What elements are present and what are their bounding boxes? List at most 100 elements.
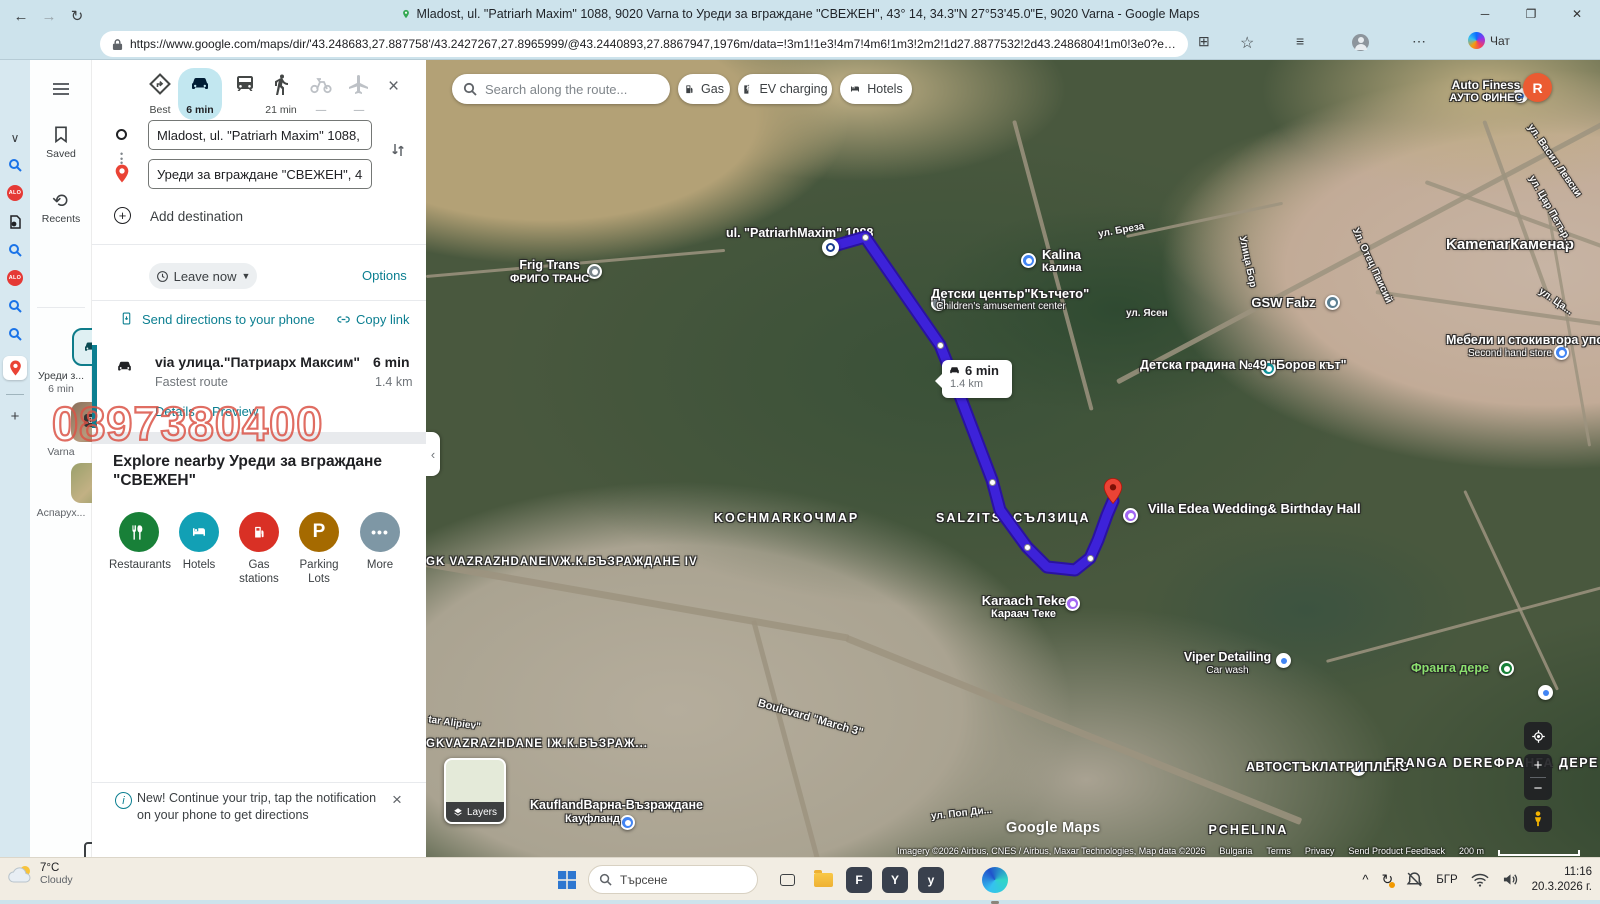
country-link[interactable]: Bulgaria	[1219, 846, 1252, 856]
app-f-button[interactable]: F	[844, 865, 874, 895]
document-favicon[interactable]	[0, 210, 30, 234]
map-label-avtostakla[interactable]: АВТОСТЪКЛАТРИПЛЕКС	[1246, 760, 1351, 775]
minimize-button[interactable]: ─	[1462, 0, 1508, 28]
sync-icon[interactable]: ↻	[1381, 871, 1393, 888]
more-menu-icon[interactable]: ⋯	[1412, 33, 1426, 50]
browser-profile-avatar[interactable]	[1352, 34, 1369, 51]
map-label-karaach[interactable]: Karaach TekeКараач Теке	[966, 593, 1081, 621]
add-sidebar-item-icon[interactable]: +	[0, 404, 30, 428]
zoom-out-button[interactable]: −	[1534, 778, 1543, 800]
map-label-mebeli[interactable]: Мебели и стокивтора употреба...Second ha…	[1446, 333, 1574, 360]
map-label-kaufland[interactable]: KauflandВарна-ВъзражданеКауфланд	[530, 798, 655, 826]
wifi-icon[interactable]	[1471, 873, 1489, 887]
restore-button[interactable]: ❐	[1508, 0, 1554, 28]
search-favicon[interactable]	[0, 294, 30, 318]
maps-favicon-active[interactable]	[3, 356, 27, 380]
taskbar-search[interactable]: Търсене	[588, 865, 758, 894]
poi-marker-unnamed[interactable]	[1538, 685, 1553, 700]
map-label-auto-finess[interactable]: Auto FinessАУТО ФИНЕС	[1436, 78, 1536, 105]
feedback-link[interactable]: Send Product Feedback	[1348, 846, 1445, 856]
send-to-phone-link[interactable]: Send directions to your phone	[142, 312, 315, 327]
add-destination-button[interactable]: Add destination	[150, 209, 243, 224]
back-button[interactable]: ←	[8, 3, 34, 29]
search-favicon[interactable]	[0, 153, 30, 177]
terms-link[interactable]: Terms	[1266, 846, 1291, 856]
account-avatar[interactable]: R	[1523, 73, 1552, 102]
zoom-controls[interactable]: + −	[1524, 754, 1552, 800]
menu-icon[interactable]	[53, 80, 69, 98]
collapse-panel-tab[interactable]: ‹	[426, 432, 440, 476]
split-screen-icon[interactable]: ⊞	[1198, 33, 1210, 50]
mode-best[interactable]: Best	[143, 72, 177, 116]
options-link[interactable]: Options	[362, 268, 407, 283]
pegman-streetview-button[interactable]	[1524, 806, 1552, 832]
map-label-villa[interactable]: Villa Edea Wedding& Birthday Hall	[1148, 501, 1361, 516]
mode-walk[interactable]: 21 min	[264, 72, 298, 116]
close-button[interactable]: ✕	[1554, 0, 1600, 28]
favorite-star-icon[interactable]: ☆	[1240, 33, 1254, 53]
map-label-viper[interactable]: Viper DetailingCar wash	[1170, 650, 1285, 677]
route-via[interactable]: via улица."Патриарх Максим"	[155, 354, 360, 370]
search-favicon[interactable]	[0, 238, 30, 262]
copy-link[interactable]: Copy link	[356, 312, 409, 327]
mode-drive-selected[interactable]: 6 min	[178, 68, 222, 120]
map-label-patriarh[interactable]: ul. "PatriarhMaxim" 1088	[726, 226, 822, 241]
chip-hotels[interactable]: Hotels	[840, 74, 912, 104]
saved-bookmark-icon[interactable]	[51, 124, 71, 144]
task-view-button[interactable]	[772, 865, 802, 895]
map-label-kamenar[interactable]: KamenarКаменар	[1446, 236, 1556, 254]
leave-now-dropdown[interactable]: Leave now▼	[149, 263, 257, 289]
edge-browser-button[interactable]	[980, 865, 1010, 895]
poi-marker-gsw[interactable]	[1325, 295, 1340, 310]
map-label-gsw[interactable]: GSW Fabz	[1241, 295, 1326, 310]
clock-widget[interactable]: 11:16 20.3.2026 г.	[1532, 865, 1592, 895]
chip-gas[interactable]: Gas	[678, 74, 730, 104]
volume-icon[interactable]	[1502, 872, 1519, 887]
alo-favicon[interactable]: ALO	[0, 181, 30, 205]
category-restaurants[interactable]: Restaurants	[109, 512, 169, 573]
saved-label[interactable]: Saved	[30, 148, 92, 160]
alo-favicon[interactable]: ALO	[0, 266, 30, 290]
origin-input[interactable]	[148, 120, 372, 150]
poi-marker-villa[interactable]	[1123, 508, 1138, 523]
language-indicator[interactable]: БГР	[1436, 874, 1457, 886]
search-favicon[interactable]	[0, 322, 30, 346]
chevron-down-icon[interactable]: ∨	[0, 126, 30, 150]
recents-label[interactable]: Recents	[30, 213, 92, 225]
map-label-gradina[interactable]: Детска градина №49 "Боров кът"	[1140, 358, 1270, 373]
app-y2-button[interactable]: y	[916, 865, 946, 895]
category-more[interactable]: ••• More	[350, 512, 410, 573]
mode-transit[interactable]	[228, 72, 262, 104]
route-time-bubble[interactable]: 6 min 1.4 km	[942, 360, 1012, 398]
search-along-route[interactable]: Search along the route...	[452, 74, 670, 104]
category-gas-stations[interactable]: Gas stations	[229, 512, 289, 587]
map-canvas[interactable]: 6 min 1.4 km Search along the route... G…	[426, 60, 1600, 857]
start-button[interactable]	[552, 865, 582, 895]
collections-icon[interactable]: ≡	[1296, 33, 1304, 49]
swap-route-icon[interactable]	[389, 140, 407, 160]
dismiss-notification-icon[interactable]: ×	[392, 790, 402, 810]
route-preview-link[interactable]: Preview	[212, 404, 258, 419]
app-y-button[interactable]: Y	[880, 865, 910, 895]
poi-marker-kalina[interactable]	[1021, 253, 1036, 268]
tray-chevron-up[interactable]: ^	[1362, 872, 1368, 887]
route-details-link[interactable]: Details	[155, 404, 195, 419]
map-label-kalina[interactable]: KalinaКалина	[1042, 247, 1081, 275]
weather-widget[interactable]: 7°CCloudy	[8, 862, 73, 886]
destination-pin[interactable]	[1103, 477, 1123, 505]
address-bar[interactable]: https://www.google.com/maps/dir/'43.2486…	[100, 31, 1188, 57]
close-directions-icon[interactable]: ×	[388, 76, 399, 98]
category-parking[interactable]: P Parking Lots	[289, 512, 349, 587]
map-label-franga-park[interactable]: Франга дере	[1411, 661, 1489, 676]
map-label-frig-trans[interactable]: Frig TransФРИГО ТРАНС	[510, 258, 589, 286]
poi-marker-franga-park[interactable]	[1499, 661, 1514, 676]
map-label-detski[interactable]: Детски центьр"Кътчето"Children's amuseme…	[931, 286, 1071, 313]
refresh-button[interactable]: ↻	[64, 3, 90, 29]
my-location-button[interactable]	[1524, 722, 1552, 750]
recents-icon[interactable]: ⟲	[52, 190, 68, 213]
copilot-button[interactable]: Чат	[1468, 32, 1510, 49]
destination-input[interactable]	[148, 159, 372, 189]
category-hotels[interactable]: Hotels	[169, 512, 229, 573]
zoom-in-button[interactable]: +	[1534, 755, 1543, 777]
file-explorer-button[interactable]	[808, 865, 838, 895]
